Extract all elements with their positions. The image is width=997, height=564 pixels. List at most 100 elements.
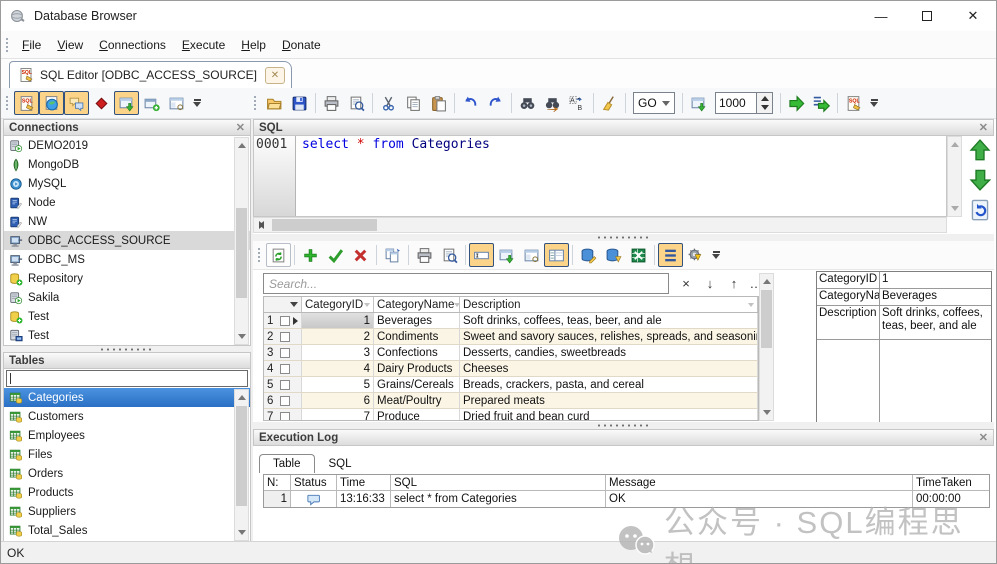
refresh-doc-button[interactable] — [266, 243, 291, 267]
move-up-button[interactable] — [969, 139, 991, 161]
tab-close-icon[interactable]: ✕ — [265, 67, 285, 84]
connections-close-icon[interactable]: ✕ — [236, 121, 245, 134]
detail-field-value[interactable]: 1 — [879, 272, 991, 288]
print-button[interactable] — [412, 243, 437, 267]
db-drop-button[interactable] — [601, 243, 626, 267]
row-header-cell[interactable]: 1 — [264, 313, 302, 328]
menu-item-view[interactable]: View — [49, 35, 91, 55]
minimize-button[interactable]: — — [858, 1, 904, 31]
open-folder-button[interactable] — [262, 91, 287, 115]
go-terminator-select[interactable]: GO — [633, 92, 675, 114]
save-button[interactable] — [287, 91, 312, 115]
form-split-button[interactable] — [544, 243, 569, 267]
table-item-customers[interactable]: Customers — [4, 407, 250, 426]
row-checkbox[interactable] — [280, 348, 290, 358]
scrollbar-thumb[interactable] — [272, 219, 377, 231]
find-replace-button[interactable] — [540, 91, 565, 115]
connection-item-odbc_access_source[interactable]: ODBC_ACCESS_SOURCE — [4, 231, 250, 250]
window-add-button[interactable] — [139, 91, 164, 115]
scroll-up-icon[interactable] — [235, 390, 248, 405]
log-column-header-timetaken[interactable]: TimeTaken — [913, 475, 989, 490]
sql-horizontal-scrollbar[interactable] — [253, 217, 947, 233]
row-checkbox[interactable] — [280, 380, 290, 390]
tab-sql[interactable]: SQL — [315, 455, 366, 473]
menu-item-file[interactable]: File — [14, 35, 49, 55]
redo-button[interactable] — [483, 91, 508, 115]
cell-categoryname[interactable]: Dairy Products — [374, 361, 460, 376]
toolbar-overflow-icon[interactable] — [193, 99, 201, 107]
close-button[interactable]: ✕ — [950, 1, 996, 31]
scroll-up-icon[interactable] — [760, 274, 773, 289]
sql-results-splitter[interactable] — [253, 234, 994, 241]
form-view-button[interactable] — [519, 243, 544, 267]
cell-categoryname[interactable]: Beverages — [374, 313, 460, 328]
spinner-arrows-icon[interactable] — [757, 92, 773, 114]
tables-scrollbar[interactable] — [234, 389, 249, 541]
menu-item-help[interactable]: Help — [233, 35, 274, 55]
scrollbar-thumb[interactable] — [236, 208, 247, 298]
table-item-files[interactable]: Files — [4, 445, 250, 464]
menu-item-donate[interactable]: Donate — [274, 35, 329, 55]
db-edit-button[interactable] — [576, 243, 601, 267]
cell-categoryid[interactable]: 3 — [302, 345, 374, 360]
table-row[interactable]: 33ConfectionsDesserts, candies, sweetbre… — [264, 345, 758, 361]
print-preview-button[interactable] — [344, 91, 369, 115]
scroll-down-icon[interactable] — [760, 405, 773, 420]
log-column-header-message[interactable]: Message — [606, 475, 913, 490]
table-row[interactable]: 55Grains/CerealsBreads, crackers, pasta,… — [264, 377, 758, 393]
row-header-cell[interactable]: 5 — [264, 377, 302, 392]
window-run-button[interactable] — [494, 243, 519, 267]
clean-button[interactable] — [597, 91, 622, 115]
row-header-cell[interactable]: 7 — [264, 409, 302, 421]
connection-item-sakila[interactable]: Sakila — [4, 288, 250, 307]
results-search-input[interactable]: Search... — [263, 273, 669, 294]
cell-categoryname[interactable]: Grains/Cereals — [374, 377, 460, 392]
execute-button[interactable] — [784, 91, 809, 115]
red-diamond-button[interactable] — [89, 91, 114, 115]
row-checkbox[interactable] — [280, 332, 290, 342]
globe-doc-button[interactable] — [39, 91, 64, 115]
table-item-products[interactable]: Products — [4, 483, 250, 502]
grid-column-header-description[interactable]: Description — [460, 297, 758, 312]
log-column-header-sql[interactable]: SQL — [391, 475, 606, 490]
comments-button[interactable] — [64, 91, 89, 115]
replace-ab-button[interactable]: AB — [565, 91, 590, 115]
cut-button[interactable] — [376, 91, 401, 115]
new-sql-editor-button[interactable]: SQL — [841, 91, 866, 115]
select-all-dropdown-icon[interactable] — [290, 302, 298, 307]
move-down-button[interactable] — [969, 169, 991, 191]
cell-categoryid[interactable]: 7 — [302, 409, 374, 421]
row-limit-spinner[interactable]: 1000 — [715, 92, 773, 114]
connection-item-mongodb[interactable]: MongoDB — [4, 155, 250, 174]
cell-categoryid[interactable]: 6 — [302, 393, 374, 408]
scroll-up-icon[interactable] — [948, 137, 961, 152]
detail-field-value[interactable]: Soft drinks, coffees, teas, beer, and al… — [879, 306, 991, 339]
cell-description[interactable]: Dried fruit and bean curd — [460, 409, 758, 421]
cell-description[interactable]: Desserts, candies, sweetbreads — [460, 345, 758, 360]
row-limit-value[interactable]: 1000 — [715, 92, 757, 114]
cell-categoryname[interactable]: Confections — [374, 345, 460, 360]
execution-log-grid[interactable]: N:StatusTimeSQLMessageTimeTaken113:16:33… — [263, 474, 990, 508]
table-item-categories[interactable]: Categories — [4, 388, 250, 407]
log-column-header-status[interactable]: Status — [291, 475, 337, 490]
row-checkbox[interactable] — [280, 364, 290, 374]
cell-categoryid[interactable]: 5 — [302, 377, 374, 392]
sql-vertical-scrollbar[interactable] — [947, 136, 962, 217]
window-run-button[interactable] — [114, 91, 139, 115]
grid-select-all-header[interactable] — [264, 297, 302, 312]
scrollbar-thumb[interactable] — [236, 406, 247, 506]
row-header-cell[interactable]: 2 — [264, 329, 302, 344]
table-row[interactable]: 44Dairy ProductsCheeses — [264, 361, 758, 377]
cell-categoryname[interactable]: Produce — [374, 409, 460, 421]
scroll-down-icon[interactable] — [235, 329, 248, 344]
grid-scrollbar[interactable] — [759, 273, 774, 421]
cell-categoryname[interactable]: Condiments — [374, 329, 460, 344]
table-item-total_sales[interactable]: Total_Sales — [4, 521, 250, 540]
tab-sql-editor[interactable]: SQL SQL Editor [ODBC_ACCESS_SOURCE] ✕ — [9, 61, 292, 88]
table-item-employees[interactable]: Employees — [4, 426, 250, 445]
find-button[interactable] — [515, 91, 540, 115]
cell-categoryname[interactable]: Meat/Poultry — [374, 393, 460, 408]
connection-item-repository[interactable]: Repository — [4, 269, 250, 288]
detail-field-value[interactable]: Beverages — [879, 289, 991, 305]
grid-column-header-categoryid[interactable]: CategoryID — [302, 297, 374, 312]
